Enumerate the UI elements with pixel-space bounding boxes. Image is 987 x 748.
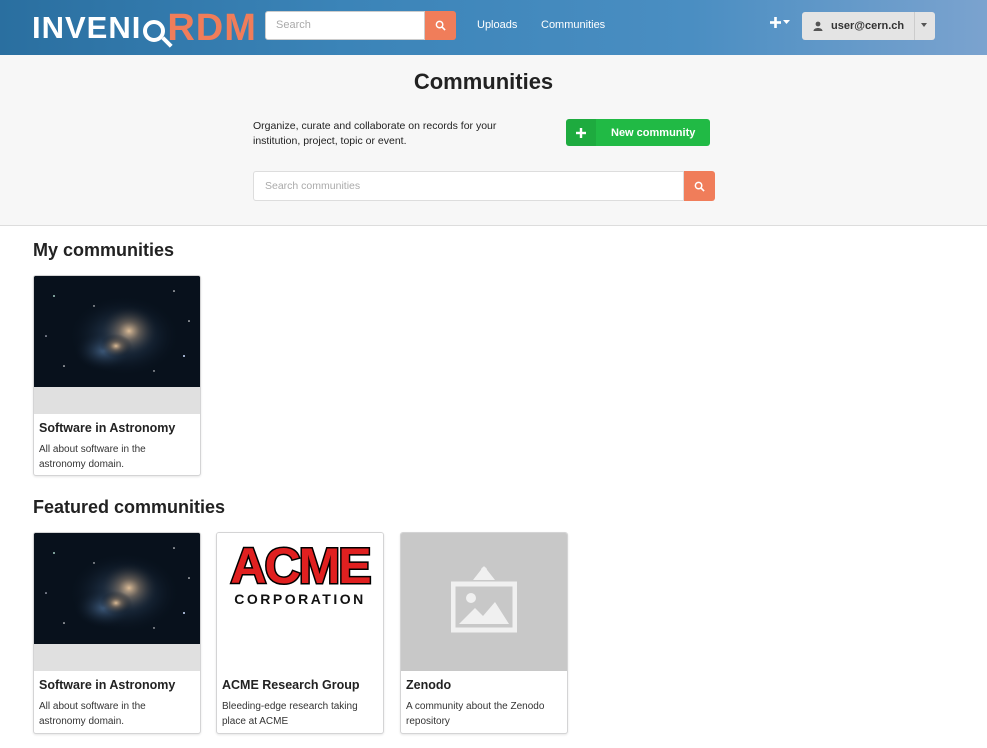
- chevron-down-icon: [783, 20, 790, 24]
- plus-icon: [770, 17, 781, 28]
- community-card[interactable]: Software in Astronomy All about software…: [33, 275, 201, 476]
- community-description: Bleeding-edge research taking place at A…: [222, 701, 358, 727]
- featured-communities-heading: Featured communities: [33, 497, 226, 517]
- community-title[interactable]: Software in Astronomy: [39, 420, 195, 436]
- community-card[interactable]: Zenodo A community about the Zenodo repo…: [400, 532, 568, 734]
- user-menu-dropdown[interactable]: user@cern.ch: [802, 12, 935, 40]
- community-card[interactable]: ACME CORPORATION ACME Research Group Ble…: [216, 532, 384, 734]
- community-description: A community about the Zenodo repository: [406, 701, 545, 727]
- community-title[interactable]: Software in Astronomy: [39, 677, 195, 693]
- placeholder-image-icon: [451, 566, 517, 633]
- dropdown-divider: [914, 12, 915, 40]
- search-icon: [435, 20, 446, 31]
- community-description: All about software in the astronomy doma…: [39, 701, 146, 727]
- top-navbar: INVENI RDM Search Uploads Communities us…: [0, 0, 987, 55]
- nebula-image: [34, 533, 200, 644]
- community-logo: [34, 533, 200, 671]
- header-search-input[interactable]: Search: [265, 11, 425, 40]
- community-description: All about software in the astronomy doma…: [39, 444, 146, 470]
- page-title: Communities: [413, 69, 554, 94]
- logo-rdm-text: RDM: [167, 6, 257, 49]
- logo-invenio-text: INVENI: [32, 10, 142, 45]
- community-card[interactable]: Software in Astronomy All about software…: [33, 532, 201, 734]
- user-email-label: user@cern.ch: [831, 20, 905, 32]
- svg-text:ACME: ACME: [230, 538, 370, 594]
- community-logo: ACME CORPORATION: [217, 533, 383, 671]
- acme-logo: ACME CORPORATION: [217, 533, 383, 671]
- nav-uploads-link[interactable]: Uploads: [477, 19, 517, 31]
- search-icon: [694, 181, 705, 192]
- community-search-input[interactable]: Search communities: [253, 171, 684, 201]
- community-logo: [401, 533, 567, 671]
- create-menu-button[interactable]: [770, 17, 790, 28]
- plus-icon: [566, 119, 596, 146]
- svg-text:CORPORATION: CORPORATION: [234, 591, 365, 607]
- communities-hero: Communities Organize, curate and collabo…: [0, 55, 987, 226]
- my-communities-heading: My communities: [33, 240, 175, 260]
- hero-description: Organize, curate and collaborate on reco…: [253, 120, 497, 147]
- community-title[interactable]: ACME Research Group: [222, 677, 378, 693]
- new-community-button[interactable]: New community: [566, 119, 710, 146]
- community-logo: [34, 276, 200, 414]
- community-title[interactable]: Zenodo: [406, 677, 562, 693]
- nav-communities-link[interactable]: Communities: [541, 19, 605, 31]
- new-community-label: New community: [611, 126, 696, 139]
- user-icon: [813, 21, 823, 31]
- invenio-rdm-logo[interactable]: INVENI RDM: [32, 6, 257, 50]
- chevron-down-icon: [921, 23, 927, 27]
- logo-magnifier-o: [143, 20, 166, 42]
- header-search-button[interactable]: [425, 11, 456, 40]
- nebula-image: [34, 276, 200, 387]
- community-search-button[interactable]: [684, 171, 715, 201]
